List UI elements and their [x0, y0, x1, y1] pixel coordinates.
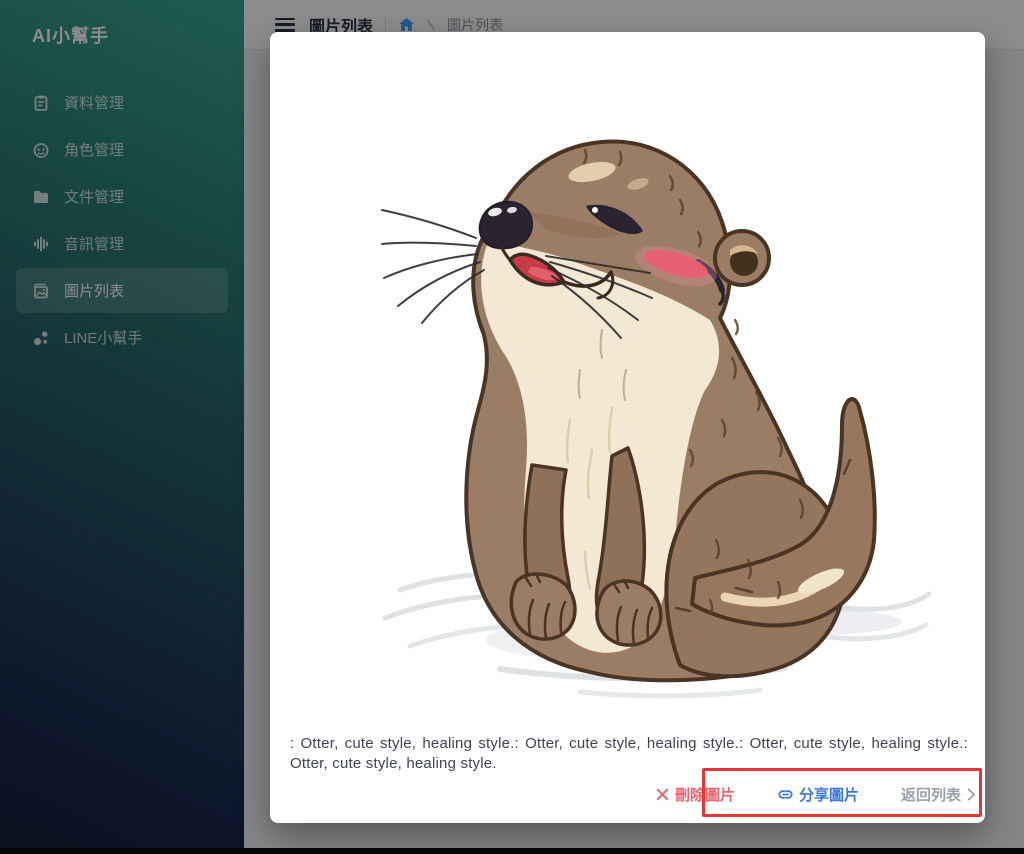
x-icon [656, 788, 669, 801]
app-window: AI小幫手 資料管理 角色管理 文件管理 音訊管理 圖片列表 LINE小幫手 圖… [0, 0, 1024, 854]
modal-actions: 刪除圖片 分享圖片 返回列表 [655, 784, 977, 805]
window-bottom-edge [0, 848, 1024, 854]
chevron-right-icon [967, 788, 976, 801]
share-image-button[interactable]: 分享圖片 [777, 784, 859, 805]
image-preview-modal: : Otter, cute style, healing style.: Ott… [270, 32, 985, 823]
link-icon [778, 790, 793, 799]
delete-image-button[interactable]: 刪除圖片 [655, 784, 735, 805]
image-description: : Otter, cute style, healing style.: Ott… [290, 735, 968, 772]
otter-illustration [380, 120, 940, 700]
back-to-list-button[interactable]: 返回列表 [901, 784, 977, 805]
